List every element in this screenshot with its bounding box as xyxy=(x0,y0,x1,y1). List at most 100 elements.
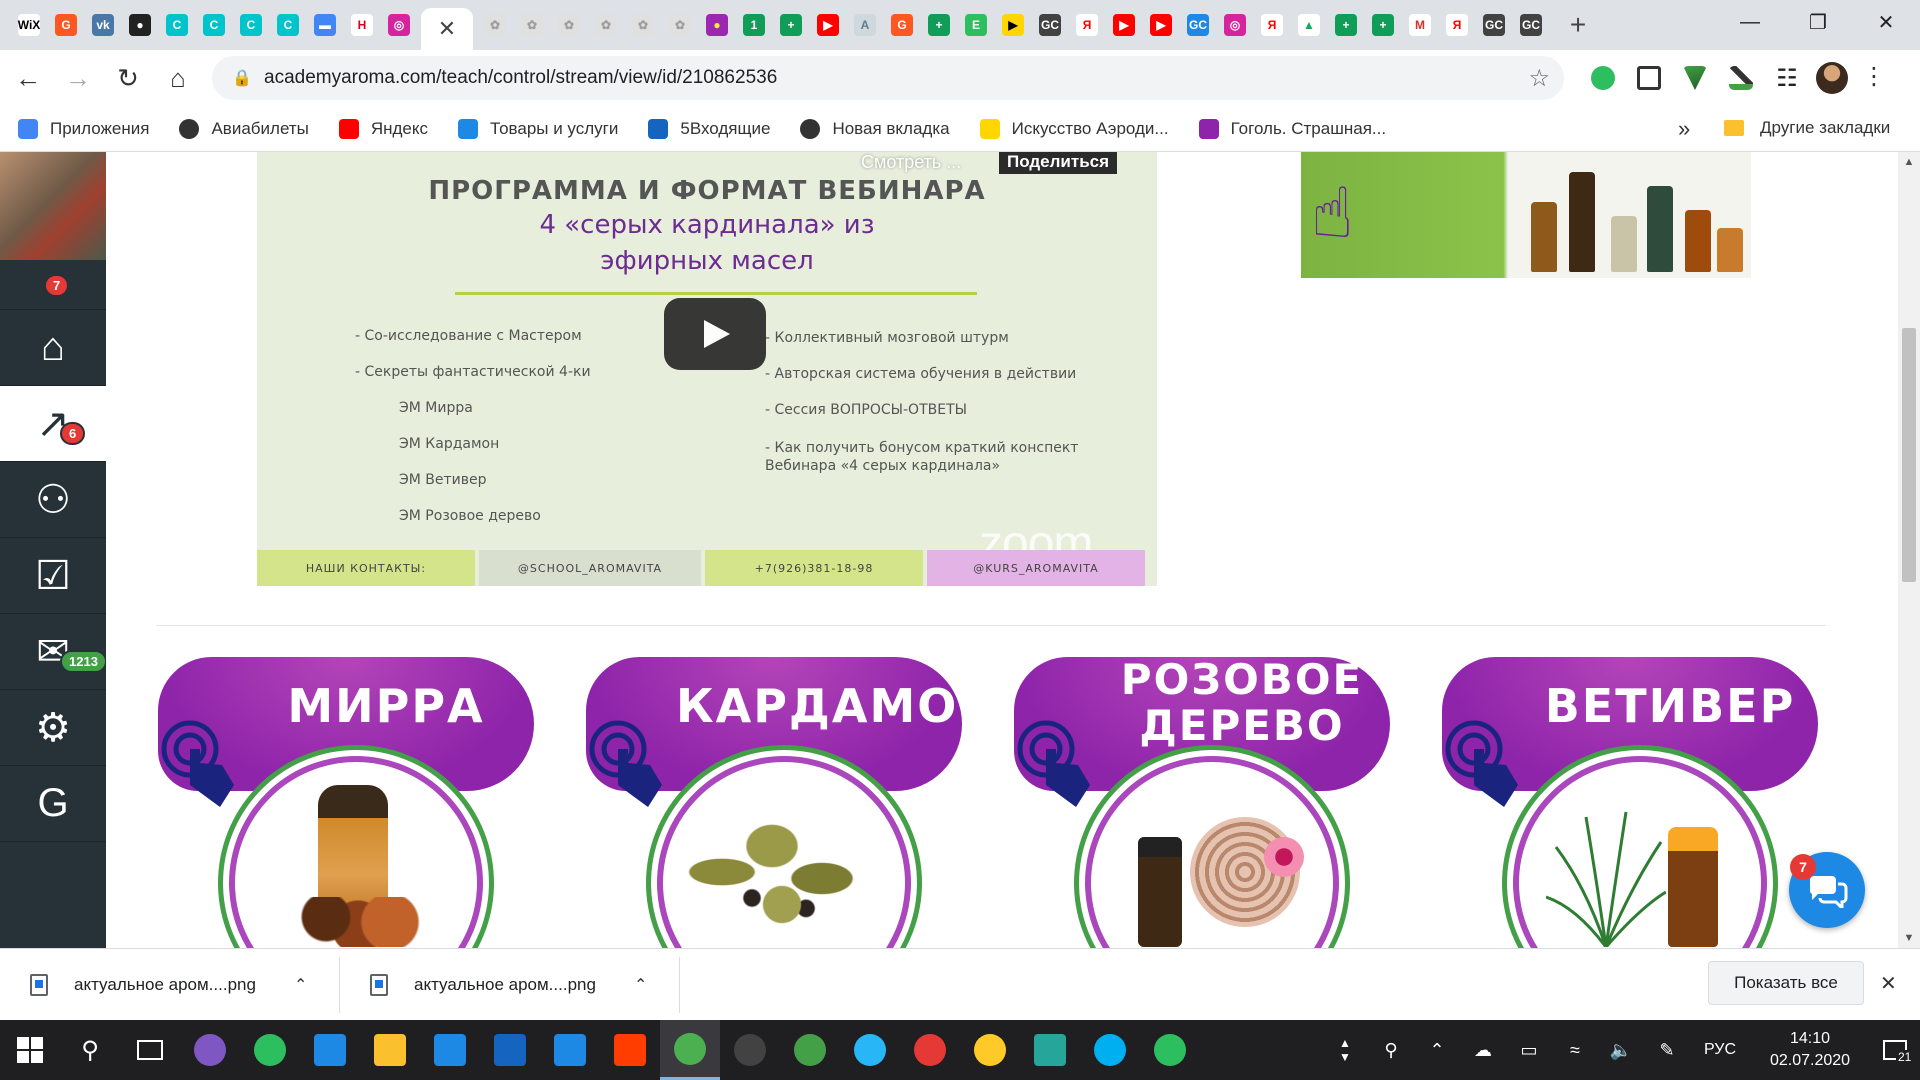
browser-tab[interactable]: ✿ xyxy=(628,9,658,41)
other-bookmarks-folder[interactable]: Другие закладки xyxy=(1724,118,1890,138)
show-hidden-icons-chevron-up-icon[interactable]: ⌃ xyxy=(1414,1040,1460,1061)
browser-tab[interactable]: G xyxy=(887,9,917,41)
sidebar-item-home[interactable]: ⌂ xyxy=(0,310,106,386)
taskbar-app-b[interactable] xyxy=(480,1020,540,1080)
browser-tab[interactable]: C xyxy=(273,9,303,41)
pen-extension-button[interactable] xyxy=(1718,56,1764,100)
browser-tab[interactable]: Я xyxy=(1257,9,1287,41)
volume-icon[interactable]: 🔈 xyxy=(1598,1040,1644,1061)
bookmark-item[interactable]: Авиабилеты xyxy=(179,118,309,139)
taskbar-app-screen[interactable] xyxy=(1020,1020,1080,1080)
vpn-extension-button[interactable] xyxy=(1672,56,1718,100)
clock[interactable]: 14:10 02.07.2020 xyxy=(1750,1028,1870,1072)
bookmark-item[interactable]: Новая вкладка xyxy=(800,118,950,139)
evernote-extension-button[interactable] xyxy=(1580,56,1626,100)
browser-tab[interactable]: E xyxy=(961,9,991,41)
chevron-up-icon[interactable]: ⌃ xyxy=(294,975,307,995)
people-icon[interactable]: ⚲ xyxy=(1368,1040,1414,1061)
close-tab-icon[interactable]: ✕ xyxy=(438,16,456,42)
watch-later-label[interactable]: Смотреть ... xyxy=(861,152,961,173)
browser-tab[interactable]: Я xyxy=(1072,9,1102,41)
taskbar-app-explorer[interactable] xyxy=(360,1020,420,1080)
browser-tab[interactable]: GC xyxy=(1035,9,1065,41)
browser-tab[interactable]: ▶ xyxy=(1109,9,1139,41)
browser-tab[interactable]: GC xyxy=(1183,9,1213,41)
reload-button[interactable]: ↻ xyxy=(106,56,150,100)
browser-tab[interactable]: ▲ xyxy=(1294,9,1324,41)
sidebar-item-settings[interactable]: ⚙ xyxy=(0,690,106,766)
webinar-video-player[interactable]: Смотреть ... Поделиться ПРОГРАММА И ФОРМ… xyxy=(257,152,1157,586)
bookmarks-overflow-button[interactable]: » xyxy=(1678,116,1690,142)
taskbar-app-evernote[interactable] xyxy=(1140,1020,1200,1080)
home-button[interactable]: ⌂ xyxy=(156,56,200,100)
browser-tab[interactable]: ✿ xyxy=(480,9,510,41)
minimize-button[interactable]: — xyxy=(1716,0,1784,44)
taskbar-app-emoji-pro[interactable] xyxy=(960,1020,1020,1080)
address-bar[interactable]: 🔒 academyaroma.com/teach/control/stream/… xyxy=(212,56,1564,100)
browser-tab[interactable]: + xyxy=(924,9,954,41)
back-button[interactable]: ← xyxy=(6,56,50,100)
wifi-icon[interactable]: ≈ xyxy=(1552,1040,1598,1061)
forward-button[interactable]: → xyxy=(56,56,100,100)
taskbar-app-skype[interactable] xyxy=(1080,1020,1140,1080)
page-scrollbar[interactable]: ▲ ▼ xyxy=(1898,152,1920,948)
show-all-downloads-button[interactable]: Показать все xyxy=(1708,961,1864,1005)
bookmark-item[interactable]: Приложения xyxy=(18,118,149,139)
browser-tab[interactable]: ✿ xyxy=(517,9,547,41)
start-button[interactable] xyxy=(0,1020,60,1080)
browser-tab[interactable]: H xyxy=(347,9,377,41)
scroll-down-arrow[interactable]: ▼ xyxy=(1898,932,1920,944)
browser-tab[interactable]: + xyxy=(1331,9,1361,41)
sidebar-item-chart[interactable]: ↗ 6 xyxy=(0,386,106,462)
download-item[interactable]: актуальное аром....png ⌃ xyxy=(0,956,340,1013)
extensions-button[interactable]: ☷ xyxy=(1764,56,1810,100)
browser-tab[interactable]: + xyxy=(1368,9,1398,41)
pen-icon[interactable]: ✎ xyxy=(1644,1040,1690,1061)
browser-tab[interactable]: ▶ xyxy=(813,9,843,41)
browser-tab[interactable]: ◎ xyxy=(384,9,414,41)
browser-tab[interactable]: ◎ xyxy=(1220,9,1250,41)
aroma-banner-image[interactable]: ☝ xyxy=(1301,152,1751,278)
sidebar-item-notifications[interactable]: 7 xyxy=(0,260,106,310)
close-window-button[interactable]: ✕ xyxy=(1852,0,1920,44)
browser-tab[interactable]: C xyxy=(162,9,192,41)
bookmark-item[interactable]: Искусство Аэроди... xyxy=(979,118,1169,139)
restore-button[interactable]: ❐ xyxy=(1784,0,1852,44)
browser-tab[interactable]: ✿ xyxy=(554,9,584,41)
oil-card-cardamom[interactable]: КАРДАМОН xyxy=(586,657,997,948)
active-tab[interactable]: ✕ xyxy=(421,8,473,50)
taskbar-app-chrome[interactable] xyxy=(660,1020,720,1080)
user-photo[interactable] xyxy=(0,152,106,260)
oil-card-myrrh[interactable]: МИРРА xyxy=(158,657,534,948)
onedrive-cloud-icon[interactable]: ☁ xyxy=(1460,1040,1506,1061)
chevron-up-icon[interactable]: ⌃ xyxy=(634,975,647,995)
browser-tab[interactable]: ▶ xyxy=(998,9,1028,41)
browser-tab[interactable]: GC xyxy=(1479,9,1509,41)
url-text[interactable]: academyaroma.com/teach/control/stream/vi… xyxy=(264,67,777,89)
scroll-up-arrow[interactable]: ▲ xyxy=(1898,156,1920,168)
browser-tab[interactable]: 1 xyxy=(739,9,769,41)
browser-tab[interactable]: ▬ xyxy=(310,9,340,41)
scrollbar-thumb[interactable] xyxy=(1902,328,1916,582)
search-button[interactable]: ⚲ xyxy=(60,1020,120,1080)
oil-card-vetiver[interactable]: ВЕТИВЕР xyxy=(1442,657,1818,948)
browser-tab[interactable]: ● xyxy=(702,9,732,41)
play-button[interactable] xyxy=(664,298,766,370)
battery-icon[interactable]: ▭ xyxy=(1506,1040,1552,1061)
new-tab-button[interactable]: + xyxy=(1563,9,1593,41)
taskbar-app-edge[interactable] xyxy=(300,1020,360,1080)
taskbar-app-yandex[interactable] xyxy=(600,1020,660,1080)
browser-tab[interactable]: ✿ xyxy=(591,9,621,41)
browser-tab[interactable]: Я xyxy=(1442,9,1472,41)
browser-tab[interactable]: ▶ xyxy=(1146,9,1176,41)
taskbar-app-telegram[interactable] xyxy=(840,1020,900,1080)
taskbar-app-obs[interactable] xyxy=(720,1020,780,1080)
browser-tab[interactable]: GC xyxy=(1516,9,1546,41)
taskbar-app-download[interactable] xyxy=(780,1020,840,1080)
browser-tab[interactable]: ● xyxy=(125,9,155,41)
bookmark-item[interactable]: Гоголь. Страшная... xyxy=(1198,118,1386,139)
taskbar-app-store[interactable] xyxy=(420,1020,480,1080)
close-downloads-icon[interactable]: ✕ xyxy=(1880,971,1897,996)
sidebar-item-users[interactable]: ⚇ xyxy=(0,462,106,538)
oil-card-rosewood[interactable]: РОЗОВОЕ ДЕРЕВО xyxy=(1014,657,1390,948)
